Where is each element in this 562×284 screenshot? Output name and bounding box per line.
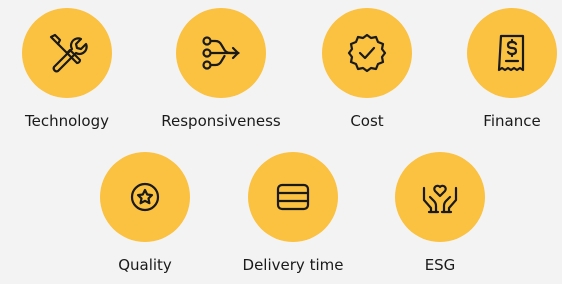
delivery-time-label: Delivery time (242, 256, 344, 274)
category-responsiveness: Responsiveness (146, 8, 296, 130)
tools-icon (49, 33, 88, 73)
cost-label: Cost (350, 112, 384, 130)
category-esg: ESG (365, 152, 515, 274)
category-finance: Finance (437, 8, 562, 130)
esg-circle (395, 152, 485, 242)
technology-label: Technology (24, 112, 110, 130)
quality-circle (100, 152, 190, 242)
star-circle-icon (130, 182, 160, 212)
esg-label: ESG (424, 256, 456, 274)
delivery-time-circle (248, 152, 338, 242)
category-technology: Technology (0, 8, 142, 130)
split-arrows-icon (202, 36, 240, 70)
technology-circle (22, 8, 112, 98)
receipt-dollar-icon (497, 34, 525, 72)
responsiveness-label: Responsiveness (161, 112, 281, 130)
card-icon (276, 183, 310, 211)
category-cost: Cost (292, 8, 442, 130)
category-delivery-time: Delivery time (218, 152, 368, 274)
hands-heart-icon (422, 184, 458, 214)
finance-label: Finance (483, 112, 541, 130)
finance-circle (467, 8, 557, 98)
cost-circle (322, 8, 412, 98)
badge-check-icon (347, 33, 387, 73)
responsiveness-circle (176, 8, 266, 98)
category-quality: Quality (70, 152, 220, 274)
quality-label: Quality (118, 256, 172, 274)
